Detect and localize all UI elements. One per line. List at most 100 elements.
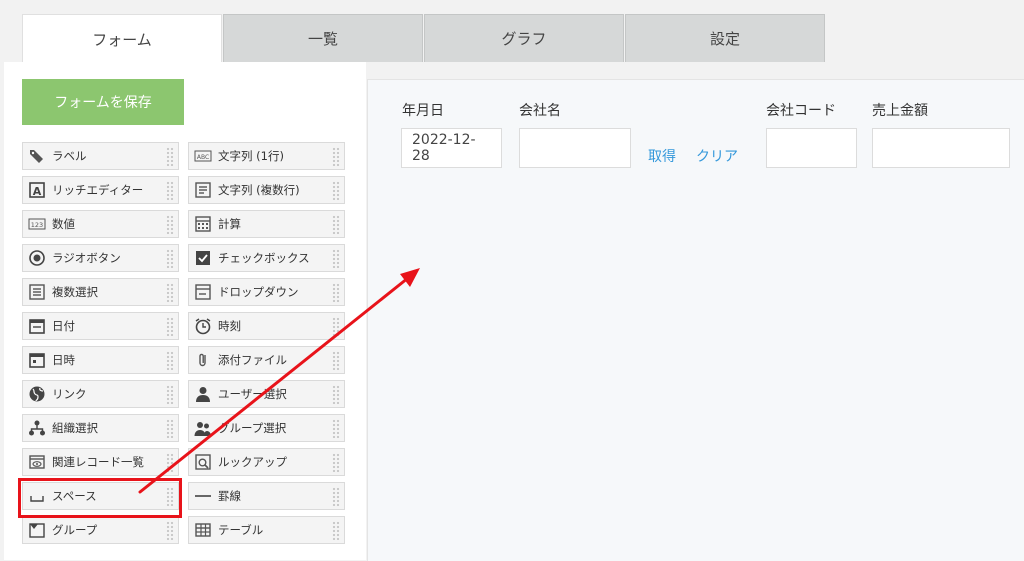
palette-field-table[interactable]: テーブル [188,516,345,544]
palette-field-label: 文字列 (1行) [218,149,284,163]
palette-field-dropdown[interactable]: ドロップダウン [188,278,345,306]
palette-field-globe[interactable]: リンク [22,380,179,408]
datetime-icon [28,351,46,369]
palette-field-label: 日時 [52,353,75,367]
palette-field-calendar[interactable]: 日付 [22,312,179,340]
palette-field-user[interactable]: ユーザー選択 [188,380,345,408]
drag-handle-icon[interactable] [332,181,340,200]
palette-field-rich-editor[interactable]: A リッチエディター [22,176,179,204]
checkbox-icon [194,249,212,267]
company-code-input[interactable] [766,128,857,168]
palette-field-label: リンク [52,387,87,401]
number-icon: 123 [28,215,46,233]
drag-handle-icon[interactable] [332,419,340,438]
drag-handle-icon[interactable] [332,487,340,506]
palette-field-label: 時刻 [218,319,241,333]
users-icon [194,419,212,437]
palette-field-group[interactable]: グループ [22,516,179,544]
drag-handle-icon[interactable] [332,317,340,336]
table-icon [194,521,212,539]
palette-field-label: スペース [52,489,97,503]
drag-handle-icon[interactable] [332,147,340,166]
svg-text:A: A [33,185,42,198]
company-name-input[interactable] [519,128,631,168]
palette-field-multi-select[interactable]: 複数選択 [22,278,179,306]
palette-field-line[interactable]: 罫線 [188,482,345,510]
label-icon [28,147,46,165]
field-palette: フォームを保存 ラベル A リッチエディター 123 数値 ラジオボタン 複数選択 日付 日時リ… [4,62,366,560]
svg-text:123: 123 [31,221,43,229]
palette-field-label: 添付ファイル [218,353,287,367]
radio-button-icon [28,249,46,267]
palette-field-related-records[interactable]: 関連レコード一覧 [22,448,179,476]
palette-field-space[interactable]: スペース [22,482,179,510]
drag-handle-icon[interactable] [332,283,340,302]
drag-handle-icon[interactable] [166,419,174,438]
palette-field-text-single[interactable]: ABC 文字列 (1行) [188,142,345,170]
drag-handle-icon[interactable] [166,147,174,166]
user-icon [194,385,212,403]
drag-handle-icon[interactable] [332,453,340,472]
space-icon [28,487,46,505]
drag-handle-icon[interactable] [332,351,340,370]
tab-form[interactable]: フォーム [22,14,222,64]
tab-list[interactable]: 一覧 [223,14,423,62]
palette-field-text-multi[interactable]: 文字列 (複数行) [188,176,345,204]
palette-field-datetime[interactable]: 日時 [22,346,179,374]
date-field-label: 年月日 [402,103,444,119]
line-icon [194,487,212,505]
related-records-icon [28,453,46,471]
drag-handle-icon[interactable] [166,453,174,472]
palette-field-number[interactable]: 123 数値 [22,210,179,238]
lookup-icon [194,453,212,471]
palette-field-label: 数値 [52,217,75,231]
fetch-link[interactable]: 取得 [648,146,676,166]
palette-field-label: 罫線 [218,489,241,503]
palette-field-label: 文字列 (複数行) [218,183,300,197]
drag-handle-icon[interactable] [332,521,340,540]
palette-field-checkbox[interactable]: チェックボックス [188,244,345,272]
palette-field-paperclip[interactable]: 添付ファイル [188,346,345,374]
calculator-icon [194,215,212,233]
tab-graph[interactable]: グラフ [424,14,624,62]
tab-settings[interactable]: 設定 [625,14,825,62]
rich-editor-icon: A [28,181,46,199]
palette-field-organization[interactable]: 組織選択 [22,414,179,442]
drag-handle-icon[interactable] [166,521,174,540]
palette-field-label: ドロップダウン [218,285,299,299]
palette-field-label: 日付 [52,319,75,333]
palette-field-clock[interactable]: 時刻 [188,312,345,340]
palette-field-users[interactable]: グループ選択 [188,414,345,442]
palette-field-label: リッチエディター [52,183,144,197]
palette-field-label[interactable]: ラベル [22,142,179,170]
drag-handle-icon[interactable] [332,385,340,404]
drag-handle-icon[interactable] [332,249,340,268]
drag-handle-icon[interactable] [166,487,174,506]
date-field-input[interactable]: 2022-12-28 [401,128,502,168]
palette-field-lookup[interactable]: ルックアップ [188,448,345,476]
palette-field-label: チェックボックス [218,251,310,265]
palette-field-label: グループ選択 [218,421,287,435]
palette-field-label: 複数選択 [52,285,98,299]
form-canvas[interactable]: 年月日 2022-12-28 会社名 取得 クリア 会社コード 売上金額 [367,79,1024,561]
drag-handle-icon[interactable] [166,317,174,336]
palette-field-label: ユーザー選択 [218,387,287,401]
company-code-label: 会社コード [766,103,836,119]
paperclip-icon [194,351,212,369]
palette-field-label: ラベル [52,149,87,163]
sales-amount-input[interactable] [872,128,1010,168]
drag-handle-icon[interactable] [166,351,174,370]
clear-link[interactable]: クリア [696,146,738,166]
palette-field-label: 関連レコード一覧 [52,455,144,469]
sales-amount-label: 売上金額 [872,103,928,119]
palette-field-radio-button[interactable]: ラジオボタン [22,244,179,272]
drag-handle-icon[interactable] [166,249,174,268]
drag-handle-icon[interactable] [166,385,174,404]
drag-handle-icon[interactable] [166,283,174,302]
palette-field-label: ルックアップ [218,455,287,469]
drag-handle-icon[interactable] [332,215,340,234]
drag-handle-icon[interactable] [166,181,174,200]
palette-field-calculator[interactable]: 計算 [188,210,345,238]
drag-handle-icon[interactable] [166,215,174,234]
save-form-button[interactable]: フォームを保存 [22,79,184,125]
